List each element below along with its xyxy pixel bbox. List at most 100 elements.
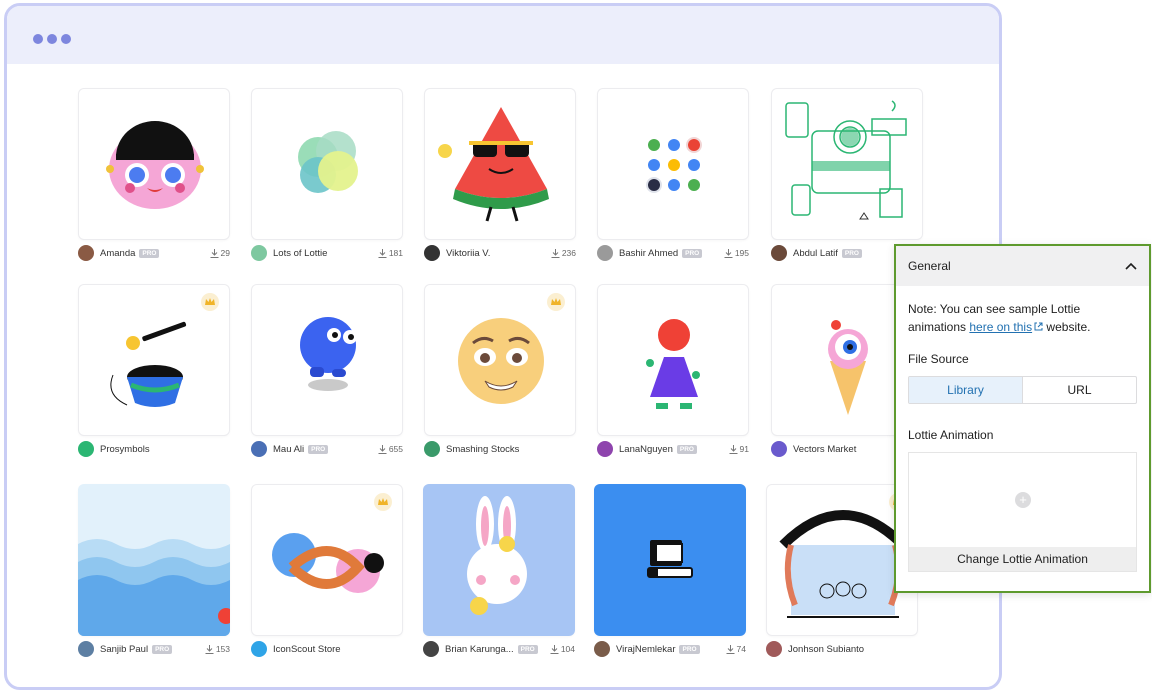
avatar[interactable] <box>78 245 94 261</box>
download-icon <box>210 248 219 258</box>
crown-icon <box>547 293 565 311</box>
author-name[interactable]: Bashir Ahmed <box>619 248 678 259</box>
animation-card[interactable] <box>771 88 923 240</box>
animation-card[interactable] <box>78 88 230 240</box>
pro-badge: PRO <box>676 444 697 454</box>
general-settings-panel: General Note: You can see sample Lottie … <box>894 244 1151 593</box>
author-name[interactable]: LanaNguyen <box>619 444 673 455</box>
window-dot-icon <box>33 34 43 44</box>
animation-card[interactable] <box>251 88 403 240</box>
file-source-toggle: Library URL <box>908 376 1137 404</box>
avatar[interactable] <box>424 245 440 261</box>
animation-card[interactable] <box>597 88 749 240</box>
animation-grid: Amanda PRO 29 Lots of Lottie 181 Viktori… <box>7 64 999 687</box>
download-icon <box>378 248 387 258</box>
animation-card[interactable] <box>597 284 749 436</box>
change-animation-button[interactable]: Change Lottie Animation <box>909 547 1136 571</box>
chevron-up-icon[interactable] <box>1125 262 1137 270</box>
animation-card[interactable] <box>423 484 575 636</box>
author-name[interactable]: Jonhson Subianto <box>788 644 864 655</box>
author-name[interactable]: Mau Ali <box>273 444 304 455</box>
animation-card[interactable] <box>251 484 403 636</box>
author-name[interactable]: Prosymbols <box>100 444 150 455</box>
author-name[interactable]: Brian Karunga... <box>445 644 514 655</box>
avatar[interactable] <box>594 641 610 657</box>
animation-card[interactable] <box>78 484 230 636</box>
external-link-icon[interactable] <box>1034 322 1043 331</box>
avatar[interactable] <box>423 641 439 657</box>
avatar[interactable] <box>771 441 787 457</box>
crown-icon <box>201 293 219 311</box>
card-meta: IconScout Store <box>251 640 403 658</box>
pro-badge: PRO <box>152 644 173 654</box>
dots-grid-illustration <box>646 137 702 193</box>
animation-card[interactable] <box>251 284 403 436</box>
download-icon <box>550 644 559 654</box>
download-count: 195 <box>724 244 749 262</box>
note-text-end: website. <box>1043 320 1091 334</box>
figure-illustration <box>646 319 700 409</box>
blue-character-illustration <box>300 317 357 391</box>
author-name[interactable]: Viktoriia V. <box>446 248 490 259</box>
watermelon-illustration <box>438 107 549 222</box>
avatar[interactable] <box>766 641 782 657</box>
download-count: 153 <box>205 640 230 658</box>
lottie-preview-area[interactable]: + Change Lottie Animation <box>908 452 1137 572</box>
avatar[interactable] <box>78 641 94 657</box>
download-count: 91 <box>729 440 749 458</box>
card-meta: Mau Ali PRO 655 <box>251 440 403 458</box>
card-meta: Abdul Latif PRO <box>771 244 901 262</box>
panel-header[interactable]: General <box>896 246 1149 286</box>
camera-outline-illustration <box>785 100 907 220</box>
pro-badge: PRO <box>517 644 538 654</box>
author-name[interactable]: IconScout Store <box>273 644 341 655</box>
pro-badge: PRO <box>841 248 862 258</box>
avatar[interactable] <box>597 441 613 457</box>
pro-badge: PRO <box>679 644 700 654</box>
download-count: 29 <box>210 244 230 262</box>
card-meta: Lots of Lottie 181 <box>251 244 403 262</box>
download-icon <box>726 644 735 654</box>
author-name[interactable]: Sanjib Paul <box>100 644 148 655</box>
avatar[interactable] <box>251 441 267 457</box>
download-icon <box>378 444 387 454</box>
card-meta: Smashing Stocks <box>424 440 576 458</box>
download-count: 74 <box>726 640 746 658</box>
avatar[interactable] <box>771 245 787 261</box>
animation-card[interactable] <box>424 88 576 240</box>
download-icon <box>729 444 738 454</box>
window-dot-icon <box>61 34 71 44</box>
author-name[interactable]: VirajNemlekar <box>616 644 675 655</box>
download-count: 236 <box>551 244 576 262</box>
window-titlebar <box>7 6 999 64</box>
card-meta: LanaNguyen PRO 91 <box>597 440 749 458</box>
author-name[interactable]: Amanda <box>100 248 135 259</box>
download-count: 181 <box>378 244 403 262</box>
pro-badge: PRO <box>139 248 160 258</box>
lottie-website-link[interactable]: here on this <box>969 320 1032 334</box>
author-name[interactable]: Vectors Market <box>793 444 856 455</box>
card-meta: Viktoriia V. 236 <box>424 244 576 262</box>
avatar[interactable] <box>251 641 267 657</box>
avatar[interactable] <box>597 245 613 261</box>
author-name[interactable]: Lots of Lottie <box>273 248 327 259</box>
lottie-animation-label: Lottie Animation <box>908 428 994 442</box>
animation-card[interactable] <box>78 284 230 436</box>
author-name[interactable]: Smashing Stocks <box>446 444 519 455</box>
avatar[interactable] <box>78 441 94 457</box>
card-meta: Sanjib Paul PRO 153 <box>78 640 230 658</box>
avatar[interactable] <box>424 441 440 457</box>
crown-icon <box>374 493 392 511</box>
author-name[interactable]: Abdul Latif <box>793 248 838 259</box>
ocean-waves-illustration <box>78 484 230 636</box>
animation-card[interactable] <box>424 284 576 436</box>
bunny-illustration <box>423 484 575 636</box>
animation-card[interactable] <box>594 484 746 636</box>
add-icon[interactable]: + <box>1015 492 1031 508</box>
library-option[interactable]: Library <box>909 377 1023 403</box>
card-meta: Brian Karunga... PRO 104 <box>423 640 575 658</box>
url-option[interactable]: URL <box>1023 377 1136 403</box>
avatar[interactable] <box>251 245 267 261</box>
card-meta: Prosymbols <box>78 440 230 458</box>
browser-window: Amanda PRO 29 Lots of Lottie 181 Viktori… <box>4 3 1002 690</box>
